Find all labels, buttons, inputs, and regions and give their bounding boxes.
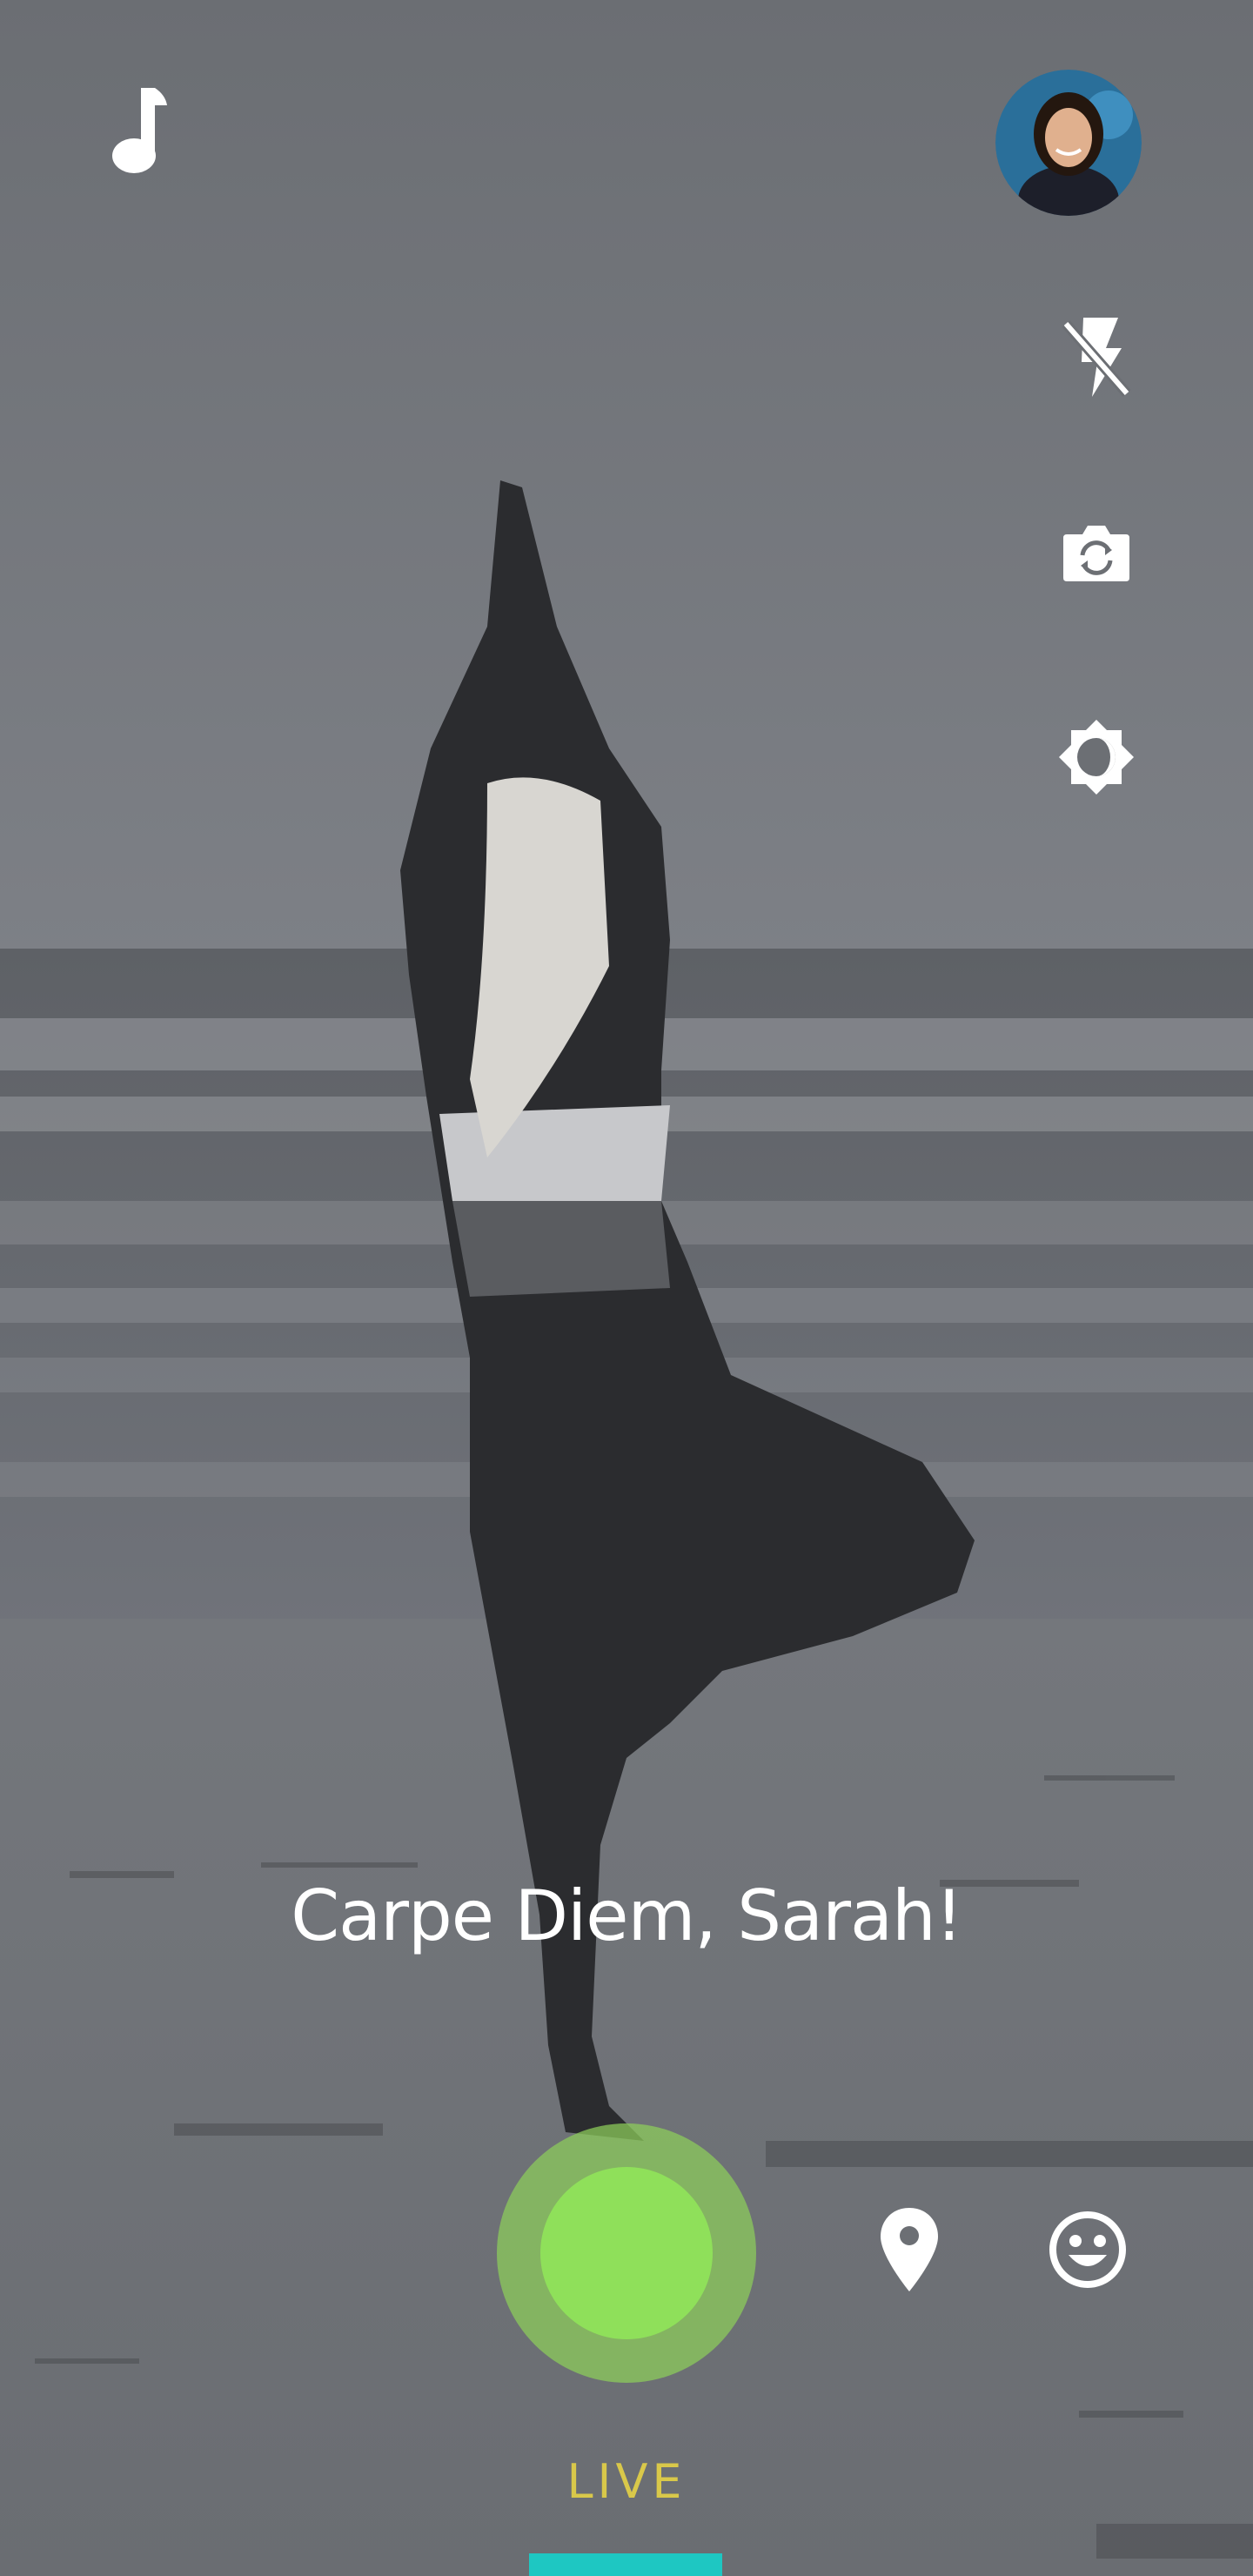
flash-toggle-button[interactable] — [1044, 305, 1149, 409]
music-button[interactable] — [87, 78, 191, 183]
music-note-icon — [104, 83, 174, 178]
location-button[interactable] — [857, 2197, 962, 2302]
capture-button[interactable] — [497, 2123, 756, 2383]
mode-indicator — [529, 2553, 722, 2576]
flip-camera-icon — [1062, 522, 1131, 583]
emoji-icon — [1048, 2210, 1128, 2290]
profile-avatar[interactable] — [995, 70, 1142, 216]
emoji-button[interactable] — [1035, 2197, 1140, 2302]
capture-button-inner — [540, 2167, 713, 2339]
location-pin-icon — [879, 2206, 940, 2293]
brightness-button[interactable] — [1044, 705, 1149, 809]
camera-screen: Carpe Diem, Sarah! LIVE — [0, 0, 1253, 2576]
brightness-icon — [1057, 718, 1136, 796]
mode-label-live[interactable]: LIVE — [0, 2454, 1253, 2509]
greeting-text: Carpe Diem, Sarah! — [291, 1875, 963, 1956]
flip-camera-button[interactable] — [1044, 500, 1149, 605]
flash-off-icon — [1057, 313, 1136, 400]
avatar-image — [995, 70, 1142, 216]
